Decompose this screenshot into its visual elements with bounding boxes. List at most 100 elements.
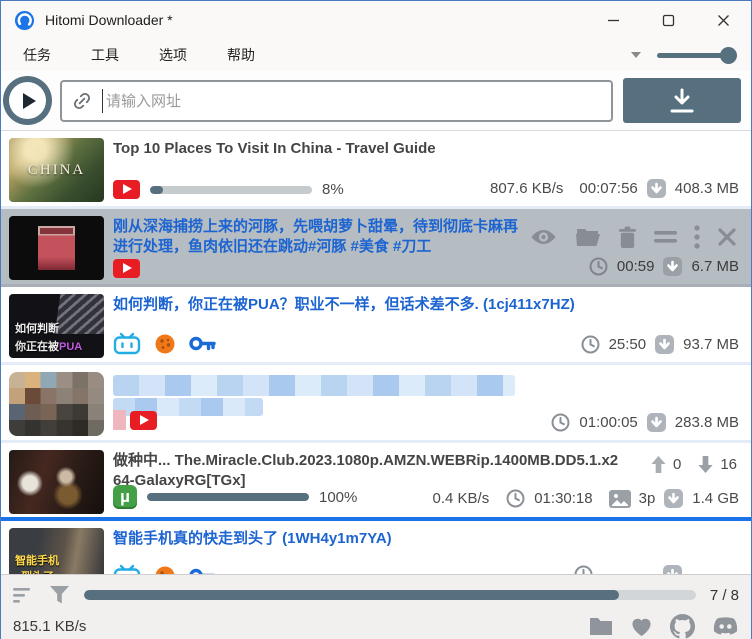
video-thumbnail: 如何判断 你正在被PUA	[9, 294, 104, 358]
download-button[interactable]	[623, 78, 741, 123]
equalize-icon[interactable]	[654, 230, 677, 244]
trash-icon[interactable]	[618, 226, 637, 249]
download-icon	[667, 87, 697, 115]
more-kebab-icon[interactable]	[694, 225, 700, 249]
video-thumbnail: 智能手机 到头了	[9, 528, 104, 574]
time-value: 00:59	[617, 258, 655, 275]
url-placeholder: 请输入网址	[106, 90, 181, 111]
speed-value: 0.4 KB/s	[433, 490, 490, 507]
censored-title-line	[113, 375, 515, 396]
close-button[interactable]	[696, 1, 751, 39]
start-queue-button[interactable]	[3, 76, 52, 125]
downloads-folder-icon[interactable]	[589, 616, 613, 636]
play-icon	[23, 93, 36, 109]
download-stats: 01:00:05 283.8 MB	[550, 412, 739, 433]
app-logo-icon	[14, 10, 35, 31]
menu-help[interactable]: 帮助	[217, 41, 265, 69]
minimize-button[interactable]	[586, 1, 641, 39]
discord-icon[interactable]	[712, 616, 739, 637]
github-icon[interactable]	[670, 614, 695, 639]
progress-bar	[150, 186, 312, 194]
download-stats: 807.6 KB/s 00:07:56 408.3 MB	[490, 178, 739, 199]
seeders-count: 0	[673, 456, 681, 473]
download-stats: 0.4 KB/s 01:30:18 3p 1.4 GB	[433, 488, 739, 509]
cookie-icon	[154, 333, 176, 355]
leechers-down-icon	[697, 455, 714, 474]
clock-icon	[550, 412, 571, 433]
cookie-icon	[154, 565, 176, 575]
progress-label: 8%	[322, 181, 344, 198]
download-item-5[interactable]: 做种中... The.Miracle.Club.2023.1080p.AMZN.…	[1, 443, 751, 521]
url-input[interactable]: 请输入网址	[60, 80, 613, 122]
download-title: Top 10 Places To Visit In China - Travel…	[113, 139, 436, 159]
progress-bar	[147, 493, 309, 501]
speed-limit-slider[interactable]	[657, 46, 735, 64]
queue-count: 7 / 8	[710, 587, 739, 604]
time-value: 25:50	[609, 336, 647, 353]
download-stats: 25:50 93.7 MB	[580, 334, 739, 355]
video-thumbnail: CHINA	[9, 138, 104, 202]
size-value: 6.7 MB	[691, 258, 739, 275]
open-folder-icon[interactable]	[575, 226, 601, 248]
filter-funnel-icon[interactable]	[49, 585, 70, 605]
download-item-3[interactable]: 如何判断 你正在被PUA 如何判断，你正在被PUA？职业不一样，但话术差不多. …	[1, 287, 751, 365]
slider-thumb[interactable]	[720, 47, 737, 64]
download-item-4[interactable]: 01:00:05 283.8 MB	[1, 365, 751, 443]
menu-tasks[interactable]: 任务	[13, 41, 61, 69]
menubar: 任务 工具 选项 帮助	[1, 39, 751, 71]
pages-count: 3p	[639, 490, 656, 507]
chevron-down-icon[interactable]	[631, 52, 641, 58]
youtube-icon	[113, 180, 140, 199]
download-item-1[interactable]: CHINA Top 10 Places To Visit In China - …	[1, 131, 751, 209]
download-list: CHINA Top 10 Places To Visit In China - …	[1, 131, 751, 574]
url-bar: 请输入网址	[1, 71, 751, 131]
app-window: Hitomi Downloader * 任务 工具 选项 帮助	[0, 0, 752, 639]
size-value: 408.3 MB	[675, 180, 739, 197]
size-value: 93.7 MB	[683, 336, 739, 353]
overall-progress-bar	[84, 590, 696, 600]
download-item-2[interactable]: 刚从深海捕捞上来的河豚，先喂胡萝卜甜晕，待到彻底卡麻再进行处理，鱼肉依旧还在跳动…	[1, 209, 751, 287]
link-icon	[68, 86, 96, 114]
speed-value: 807.6 KB/s	[490, 180, 563, 197]
sort-list-icon[interactable]	[13, 587, 35, 604]
time-value: 00:07:56	[579, 180, 637, 197]
favorite-heart-icon[interactable]	[630, 616, 653, 637]
video-thumbnail	[9, 216, 104, 280]
youtube-icon	[113, 259, 140, 278]
download-item-6[interactable]: 智能手机 到头了 智能手机真的快走到头了 (1WH4y1m7YA)	[1, 521, 751, 574]
video-thumbnail	[9, 450, 104, 514]
download-stats: 00:59 6.7 MB	[588, 256, 739, 277]
censor-pixel	[113, 410, 126, 430]
remove-x-icon[interactable]	[717, 227, 737, 247]
size-badge-icon	[654, 334, 675, 355]
size-badge-icon	[663, 488, 684, 509]
size-badge-icon	[646, 412, 667, 433]
time-value: 01:00:05	[579, 414, 637, 431]
statusbar: 7 / 8 815.1 KB/s	[1, 574, 751, 639]
pages-icon	[609, 490, 631, 508]
clock-icon	[588, 256, 609, 277]
total-speed: 815.1 KB/s	[13, 618, 86, 635]
download-title: 如何判断，你正在被PUA？职业不一样，但话术差不多. (1cj411x7HZ)	[113, 295, 575, 315]
size-value: 283.8 MB	[675, 414, 739, 431]
size-badge-icon	[662, 256, 683, 277]
preview-eye-icon[interactable]	[529, 226, 558, 248]
progress-label: 100%	[319, 489, 357, 506]
time-value: 01:30:18	[534, 490, 592, 507]
text-cursor	[102, 89, 103, 113]
video-thumbnail-censored	[9, 372, 104, 436]
download-title: 刚从深海捕捞上来的河豚，先喂胡萝卜甜晕，待到彻底卡麻再进行处理，鱼肉依旧还在跳动…	[113, 217, 528, 258]
key-icon	[189, 335, 216, 352]
maximize-button[interactable]	[641, 1, 696, 39]
clock-icon	[580, 334, 601, 355]
titlebar: Hitomi Downloader *	[1, 1, 751, 39]
youtube-icon	[130, 411, 157, 430]
menu-tools[interactable]: 工具	[81, 41, 129, 69]
leechers-count: 16	[720, 456, 737, 473]
bilibili-icon	[113, 564, 141, 574]
key-icon	[189, 567, 216, 574]
peer-counts: 0 16	[650, 455, 737, 474]
seeders-up-icon	[650, 455, 667, 474]
size-value: 1.4 GB	[692, 490, 739, 507]
menu-options[interactable]: 选项	[149, 41, 197, 69]
